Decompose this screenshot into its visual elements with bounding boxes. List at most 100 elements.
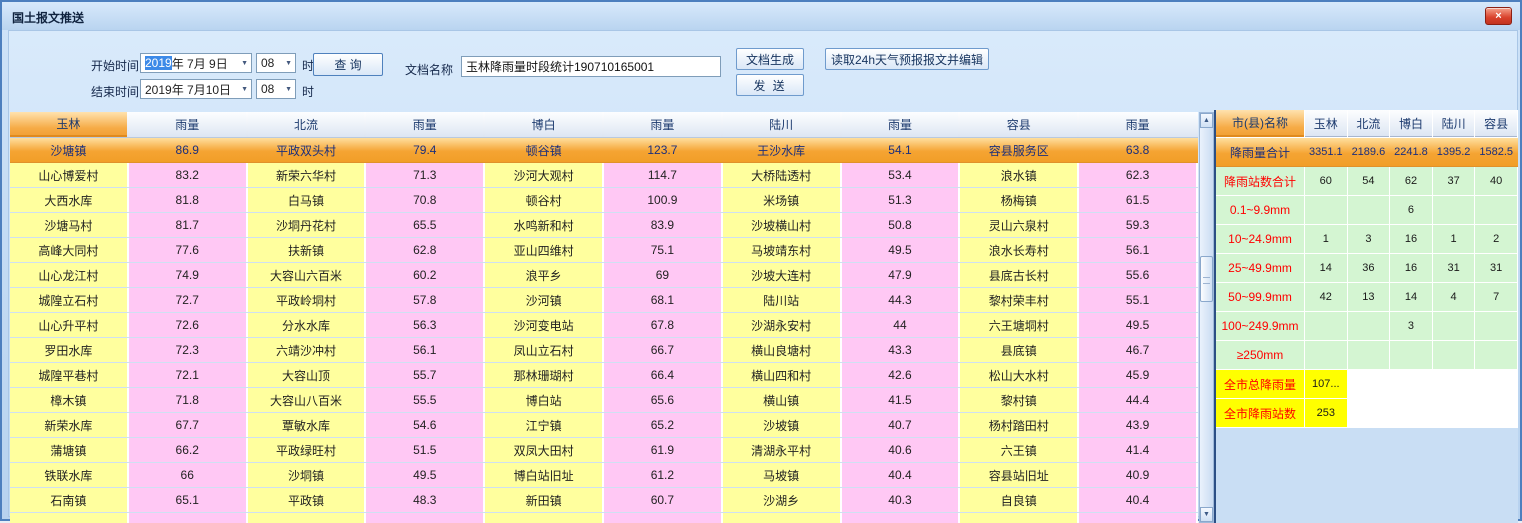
rain-value-cell[interactable]: 48.3 bbox=[366, 488, 483, 512]
station-name-cell[interactable]: 沙河变电站 bbox=[485, 313, 602, 337]
station-name-cell[interactable]: 大桥陆透村 bbox=[723, 163, 840, 187]
rain-value-cell[interactable]: 67.7 bbox=[129, 413, 246, 437]
station-name-cell[interactable]: 顿谷镇 bbox=[485, 138, 602, 162]
main-column-header[interactable]: 容县 bbox=[960, 112, 1077, 137]
rain-value-cell[interactable]: 60.2 bbox=[366, 263, 483, 287]
station-name-cell[interactable]: 六靖沙冲村 bbox=[248, 338, 365, 362]
station-name-cell[interactable]: 沙湖乡 bbox=[723, 488, 840, 512]
rain-value-cell[interactable]: 59.3 bbox=[1079, 213, 1196, 237]
station-name-cell[interactable]: 双凤大田村 bbox=[485, 438, 602, 462]
rain-value-cell[interactable]: 53.4 bbox=[842, 163, 959, 187]
start-date-combo[interactable]: 2019年 7月 9日 ▼ bbox=[140, 53, 252, 73]
rain-value-cell[interactable]: 81.7 bbox=[129, 213, 246, 237]
station-name-cell[interactable]: 米场镇 bbox=[723, 188, 840, 212]
table-row[interactable]: 沙塘马村81.7沙垌丹花村65.5水鸣新和村83.9沙坡横山村50.8灵山六泉村… bbox=[10, 213, 1198, 238]
send-button[interactable]: 发 送 bbox=[736, 74, 804, 96]
rain-value-cell[interactable]: 71.8 bbox=[129, 388, 246, 412]
station-name-cell[interactable]: 亚山四维村 bbox=[485, 238, 602, 262]
table-row[interactable]: 城隍平巷村72.1大容山顶55.7那林珊瑚村66.4横山四和村42.6松山大水村… bbox=[10, 363, 1198, 388]
station-name-cell[interactable]: 新荣六华村 bbox=[248, 163, 365, 187]
doc-name-input[interactable] bbox=[461, 56, 721, 77]
station-name-cell[interactable]: 那林珊瑚村 bbox=[485, 363, 602, 387]
rain-value-cell[interactable]: 61.9 bbox=[604, 438, 721, 462]
station-name-cell[interactable]: 大容山顶 bbox=[248, 363, 365, 387]
rain-value-cell[interactable] bbox=[1079, 513, 1196, 523]
rain-value-cell[interactable]: 70.8 bbox=[366, 188, 483, 212]
station-name-cell[interactable]: 容县服务区 bbox=[960, 138, 1077, 162]
station-name-cell[interactable]: 六王塘垌村 bbox=[960, 313, 1077, 337]
rain-value-cell[interactable] bbox=[842, 513, 959, 523]
summary-row[interactable]: ≥250mm bbox=[1216, 341, 1518, 370]
table-row[interactable]: 石南镇65.1平政镇48.3新田镇60.7沙湖乡40.3自良镇40.4 bbox=[10, 488, 1198, 513]
summary-row[interactable]: 全市总降雨量107... bbox=[1216, 370, 1518, 399]
rain-value-cell[interactable]: 49.5 bbox=[842, 238, 959, 262]
start-hour-combo[interactable]: 08 ▼ bbox=[256, 53, 296, 73]
station-name-cell[interactable]: 白马镇 bbox=[248, 188, 365, 212]
main-column-header[interactable]: 陆川 bbox=[723, 112, 840, 137]
rain-value-cell[interactable]: 56.1 bbox=[366, 338, 483, 362]
rain-value-cell[interactable]: 62.3 bbox=[1079, 163, 1196, 187]
station-name-cell[interactable]: 山心博爱村 bbox=[10, 163, 127, 187]
station-name-cell[interactable]: 大容山六百米 bbox=[248, 263, 365, 287]
station-name-cell[interactable]: 平政绿旺村 bbox=[248, 438, 365, 462]
table-row[interactable]: 大西水库81.8白马镇70.8顿谷村100.9米场镇51.3杨梅镇61.5 bbox=[10, 188, 1198, 213]
main-column-header[interactable]: 雨量 bbox=[1079, 112, 1196, 137]
station-name-cell[interactable]: 平政镇 bbox=[248, 488, 365, 512]
table-row[interactable]: 山心龙江村74.9大容山六百米60.2浪平乡69沙坡大连村47.9县底古长村55… bbox=[10, 263, 1198, 288]
table-row[interactable]: 山心升平村72.6分水水库56.3沙河变电站67.8沙湖永安村44六王塘垌村49… bbox=[10, 313, 1198, 338]
station-name-cell[interactable]: 六王镇 bbox=[960, 438, 1077, 462]
station-name-cell[interactable]: 清湖永平村 bbox=[723, 438, 840, 462]
station-name-cell[interactable]: 浪水镇 bbox=[960, 163, 1077, 187]
rain-value-cell[interactable]: 40.9 bbox=[1079, 463, 1196, 487]
table-row[interactable]: 铁联水库66沙垌镇49.5博白站旧址61.2马坡镇40.4容县站旧址40.9 bbox=[10, 463, 1198, 488]
station-name-cell[interactable]: 杨村踏田村 bbox=[960, 413, 1077, 437]
rain-value-cell[interactable]: 40.6 bbox=[842, 438, 959, 462]
station-name-cell[interactable]: 平政岭垌村 bbox=[248, 288, 365, 312]
station-name-cell[interactable]: 马坡靖东村 bbox=[723, 238, 840, 262]
summary-row[interactable]: 10~24.9mm131612 bbox=[1216, 225, 1518, 254]
station-name-cell[interactable]: 扶新镇 bbox=[248, 238, 365, 262]
end-hour-combo[interactable]: 08 ▼ bbox=[256, 79, 296, 99]
station-name-cell[interactable]: 沙垌丹花村 bbox=[248, 213, 365, 237]
station-name-cell[interactable]: 水鸣新和村 bbox=[485, 213, 602, 237]
rain-value-cell[interactable]: 40.4 bbox=[842, 463, 959, 487]
rain-value-cell[interactable]: 100.9 bbox=[604, 188, 721, 212]
station-name-cell[interactable]: 石南镇 bbox=[10, 488, 127, 512]
station-name-cell[interactable]: 城隍立石村 bbox=[10, 288, 127, 312]
summary-column-header[interactable]: 玉林 bbox=[1305, 110, 1347, 137]
summary-row[interactable]: 降雨量合计3351.12189.62241.81395.21582.5 bbox=[1216, 138, 1518, 167]
rain-value-cell[interactable]: 65.6 bbox=[604, 388, 721, 412]
station-name-cell[interactable]: 铁联水库 bbox=[10, 463, 127, 487]
station-name-cell[interactable]: 县底镇 bbox=[960, 338, 1077, 362]
rain-value-cell[interactable]: 65.5 bbox=[366, 213, 483, 237]
rain-value-cell[interactable]: 55.7 bbox=[366, 363, 483, 387]
summary-column-header[interactable]: 容县 bbox=[1475, 110, 1517, 137]
station-name-cell[interactable]: 县底古长村 bbox=[960, 263, 1077, 287]
rain-value-cell[interactable]: 56.1 bbox=[1079, 238, 1196, 262]
rain-value-cell[interactable]: 75.1 bbox=[604, 238, 721, 262]
station-name-cell[interactable] bbox=[960, 513, 1077, 523]
rain-value-cell[interactable]: 55.6 bbox=[1079, 263, 1196, 287]
station-name-cell[interactable]: 沙坡镇 bbox=[723, 413, 840, 437]
table-row[interactable]: 罗田水库72.3六靖沙冲村56.1凤山立石村66.7横山良塘村43.3县底镇46… bbox=[10, 338, 1198, 363]
summary-column-header[interactable]: 陆川 bbox=[1433, 110, 1475, 137]
rain-value-cell[interactable]: 42.6 bbox=[842, 363, 959, 387]
rain-value-cell[interactable]: 47.9 bbox=[842, 263, 959, 287]
rain-value-cell[interactable]: 41.4 bbox=[1079, 438, 1196, 462]
station-name-cell[interactable]: 沙塘马村 bbox=[10, 213, 127, 237]
table-row[interactable]: 城隍立石村72.7平政岭垌村57.8沙河镇68.1陆川站44.3黎村荣丰村55.… bbox=[10, 288, 1198, 313]
station-name-cell[interactable]: 罗田水库 bbox=[10, 338, 127, 362]
station-name-cell[interactable]: 沙垌镇 bbox=[248, 463, 365, 487]
station-name-cell[interactable]: 平政双头村 bbox=[248, 138, 365, 162]
station-name-cell[interactable]: 浪水长寿村 bbox=[960, 238, 1077, 262]
station-name-cell[interactable]: 松山大水村 bbox=[960, 363, 1077, 387]
main-table-scrollbar[interactable]: ▲ ▼ bbox=[1199, 112, 1214, 523]
rain-value-cell[interactable]: 66.4 bbox=[604, 363, 721, 387]
rain-value-cell[interactable]: 46.7 bbox=[1079, 338, 1196, 362]
summary-row[interactable]: 100~249.9mm3 bbox=[1216, 312, 1518, 341]
query-button[interactable]: 查 询 bbox=[313, 53, 383, 76]
table-row[interactable]: 新荣水库67.7覃敏水库54.6江宁镇65.2沙坡镇40.7杨村踏田村43.9 bbox=[10, 413, 1198, 438]
station-name-cell[interactable]: 沙河镇 bbox=[485, 288, 602, 312]
rain-value-cell[interactable]: 56.3 bbox=[366, 313, 483, 337]
main-column-header[interactable]: 玉林 bbox=[10, 112, 127, 137]
